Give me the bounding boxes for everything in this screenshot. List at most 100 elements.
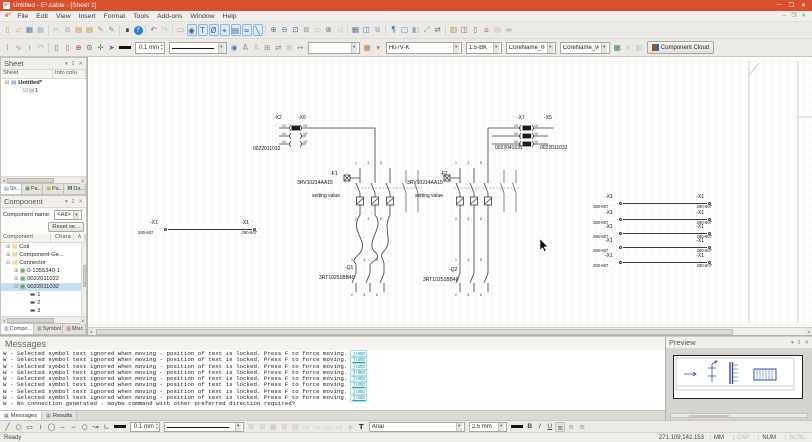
combo-arrow-icon[interactable]: ▾ — [493, 43, 499, 53]
toolbar-icon[interactable]: ∟ — [102, 422, 112, 432]
connector-label[interactable]: -X2 — [274, 116, 282, 121]
toolbar-icon[interactable] — [265, 25, 266, 35]
menu-item[interactable]: Edit — [32, 13, 52, 20]
close-button[interactable]: ✕ — [801, 2, 806, 9]
toolbar-icon[interactable]: ⊖ — [280, 24, 290, 36]
toolbar-icon[interactable]: ¶ — [389, 24, 399, 36]
mdi-restore-button[interactable]: ❐ — [791, 13, 796, 19]
scroll-left-icon[interactable]: ◂ — [88, 328, 94, 335]
toolbar-icon[interactable]: ◠ — [36, 42, 46, 54]
text-tool-icon[interactable]: T — [356, 422, 366, 432]
menu-item[interactable]: Add-ons — [153, 13, 186, 20]
part-number[interactable]: 0022011032 — [253, 147, 280, 152]
panel-tab[interactable]: ▦ Results — [42, 411, 77, 420]
toolbar-icon[interactable]: ▦ — [351, 24, 361, 36]
toolbar-icon[interactable]: ⌇ — [3, 42, 13, 54]
toolbar-icon[interactable]: ↔ — [295, 42, 305, 54]
part-number[interactable]: 0022041031 — [495, 146, 523, 151]
toolbar-icon[interactable]: ╲ — [253, 24, 263, 36]
toolbar-icon[interactable]: ↶ — [149, 24, 159, 36]
toolbar-icon[interactable]: ▱ — [14, 24, 24, 36]
panel-pin-icon[interactable]: ↧ — [797, 340, 802, 346]
toolbar-icon[interactable]: ⌣ — [69, 422, 79, 432]
panel-close-icon[interactable]: ✕ — [78, 199, 83, 205]
canvas-hscrollbar[interactable]: ◂ ▸ — [88, 327, 812, 335]
core-name-hori-combo[interactable]: CoreName_hori ▾ — [506, 42, 556, 54]
toolbar-icon[interactable]: ▭ — [334, 422, 344, 432]
font-size-combo[interactable]: 2.5 mm ▾ — [469, 422, 507, 432]
toolbar-icon[interactable]: ◉ — [187, 24, 197, 36]
toolbar-icon[interactable]: ↷ — [160, 24, 170, 36]
toolbar-icon[interactable] — [48, 25, 49, 35]
toolbar-icon[interactable]: ▤ — [74, 24, 84, 36]
toolbar-icon[interactable]: ▢ — [400, 24, 410, 36]
toolbar-icon[interactable] — [172, 25, 173, 35]
align-icon[interactable]: ≡ — [577, 422, 587, 432]
menu-item[interactable]: Format — [100, 13, 130, 20]
panel-tab[interactable]: ▣ Pa... — [22, 184, 43, 194]
maximize-button[interactable]: ❐ — [789, 2, 794, 9]
toolbar-icon[interactable]: ◫ — [460, 24, 470, 36]
component-name-combo[interactable]: <All> ▾ — [54, 210, 82, 220]
toolbar-icon[interactable]: ╱ — [3, 422, 13, 432]
tree-item[interactable]: ⊞ ▤ Component-Ge... — [1, 251, 86, 259]
toolbar-icon[interactable]: ◁ — [335, 24, 345, 36]
toolbar-icon[interactable]: ▦ — [612, 42, 622, 54]
toolbar-icon[interactable] — [385, 25, 386, 35]
panel-dropdown-icon[interactable]: ▾ — [65, 199, 68, 205]
terminal-row[interactable]: -X1 280-607 -X1 280-607 — [593, 195, 718, 211]
toolbar-icon[interactable]: ⇄ — [433, 24, 443, 36]
toolbar-icon[interactable]: ⧉ — [63, 24, 73, 36]
toolbar-icon[interactable]: ? — [134, 26, 143, 35]
font-combo[interactable]: Arial ▾ — [369, 422, 465, 432]
panel-close-icon[interactable]: ✕ — [804, 340, 809, 346]
toolbar-icon[interactable]: ▯ — [471, 24, 481, 36]
terminal-row[interactable]: -X1 280-607 -X1 280-607 — [593, 254, 718, 270]
toolbar-icon[interactable]: ◈ — [345, 422, 355, 432]
toolbar-icon[interactable]: ▥ — [449, 24, 459, 36]
toolbar-icon[interactable]: ⇄ — [273, 42, 283, 54]
preview-hscrollbar[interactable] — [670, 413, 808, 418]
toolbar-icon[interactable]: ⊛ — [324, 24, 334, 36]
minimize-button[interactable]: ─ — [777, 2, 781, 9]
toolbar-icon[interactable]: ↝ — [91, 422, 101, 432]
toolbar-icon[interactable]: ⊕ — [269, 24, 279, 36]
toolbar-icon[interactable]: ⌢ — [58, 422, 68, 432]
preview-body[interactable] — [666, 349, 812, 420]
toolbar-icon[interactable]: ⊠ — [302, 24, 312, 36]
toolbar-icon[interactable]: ⊞ — [246, 422, 256, 432]
core-spec-combo[interactable]: 1.5-BK ▾ — [466, 42, 502, 54]
scrollbar-thumb[interactable] — [689, 415, 729, 418]
align-icon[interactable]: ≡ — [566, 422, 576, 432]
toolbar-icon[interactable]: ▭ — [25, 422, 35, 432]
toolbar-icon[interactable]: ⊕ — [74, 42, 84, 54]
toolbar-icon[interactable]: ⧉ — [373, 24, 383, 36]
part-number[interactable]: 3RT10251BB40 — [319, 276, 355, 281]
tree-item[interactable]: ⊞ ▦ 0-1355340-1 — [1, 267, 86, 275]
format-button[interactable]: B — [525, 422, 534, 432]
toolbar-icon[interactable]: ⊠ — [284, 42, 294, 54]
menu-item[interactable]: Help — [219, 13, 241, 20]
mdi-close-button[interactable]: ✕ — [801, 13, 806, 19]
tree-item[interactable]: ☑ ▤ 1 — [1, 87, 86, 95]
line-weight-spinner[interactable]: 0.1 mm ▴▾ — [130, 422, 160, 432]
toolbar-icon[interactable]: ▯ — [3, 24, 13, 36]
toolbar-icon[interactable]: ∿ — [14, 42, 24, 54]
scrollbar-thumb[interactable] — [7, 178, 54, 183]
toolbar-icon[interactable]: ◫ — [362, 24, 372, 36]
tree-item[interactable]: ⊟ ▤ Untitled* — [1, 79, 86, 87]
panel-close-icon[interactable]: ✕ — [78, 61, 83, 67]
panel-tab[interactable]: ▥ Symbol — [34, 324, 63, 334]
combo-arrow-icon[interactable]: ▾ — [218, 43, 224, 53]
jump-link[interactable]: jump — [350, 394, 367, 402]
toolbar-icon[interactable]: ✛ — [96, 42, 106, 54]
text-color-swatch[interactable] — [511, 425, 523, 428]
toolbar-icon[interactable]: ⌖ — [220, 24, 230, 36]
part-number[interactable]: 3RV10214AA15 — [297, 181, 333, 186]
toolbar-icon[interactable]: ✂ — [52, 24, 62, 36]
toolbar-icon[interactable]: ▬ — [504, 24, 514, 36]
sheet-hscrollbar[interactable]: ◂ ▸ — [1, 176, 86, 183]
panel-tab[interactable]: ▥ Compo... — [1, 324, 34, 334]
toolbar-icon[interactable]: ⌂ — [482, 24, 492, 36]
line-style-combo[interactable]: ▾ — [164, 422, 244, 432]
